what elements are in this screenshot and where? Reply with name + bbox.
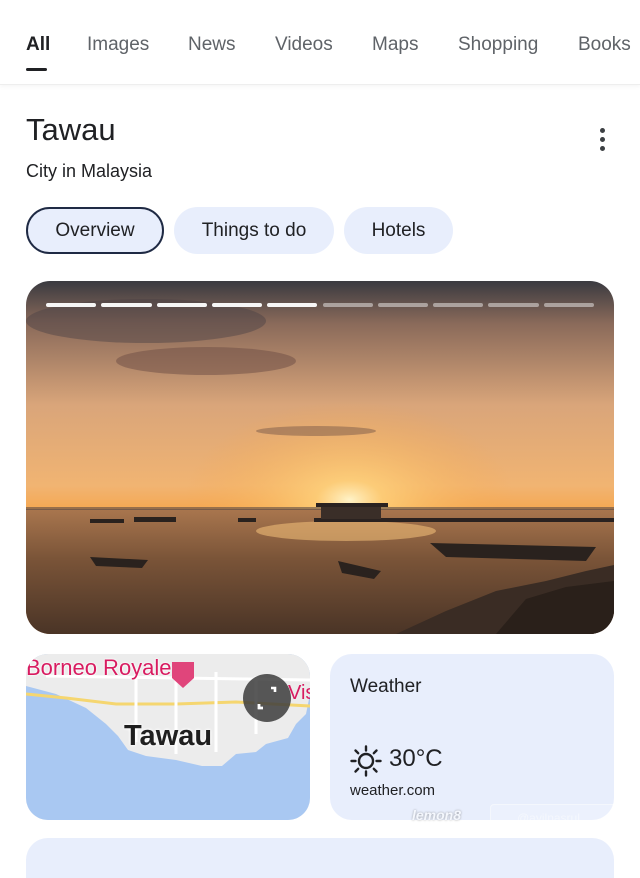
hero-photo[interactable]: [26, 281, 614, 634]
weather-card[interactable]: Weather 30°C weather.com: [330, 654, 614, 820]
entity-subtitle: City in Malaysia: [26, 161, 153, 181]
sun-icon: [350, 745, 382, 777]
tab-all[interactable]: All: [26, 34, 50, 56]
tab-maps[interactable]: Maps: [372, 34, 418, 56]
map-poi-partial-label: Vis: [288, 682, 310, 704]
sunset-pier-image: [26, 281, 614, 634]
tab-news[interactable]: News: [188, 34, 236, 56]
chip-things-to-do[interactable]: Things to do: [174, 207, 334, 254]
slide-indicator-segment: [433, 303, 484, 307]
slide-indicator-segment: [211, 303, 263, 307]
slide-indicator-segment: [156, 303, 207, 307]
entity-title: Tawau: [26, 112, 116, 147]
map-poi-label: Borneo Royale: [26, 655, 172, 680]
slide-indicator-segment: [322, 303, 373, 307]
expand-icon: [257, 686, 277, 710]
expand-map-button[interactable]: [243, 674, 291, 722]
weather-source: weather.com: [350, 782, 436, 799]
watermark-user-box: @ayilnasrul: [490, 804, 620, 834]
map-card[interactable]: Borneo Royale Vis Tawau: [26, 654, 310, 820]
watermark: lemon8 @ayilnasrul: [404, 802, 622, 834]
watermark-logo: lemon8: [412, 807, 462, 823]
slide-indicator-segment: [377, 303, 429, 307]
map-city-label: Tawau: [124, 720, 213, 752]
next-card-peek: [26, 838, 614, 878]
tab-images[interactable]: Images: [87, 34, 149, 56]
watermark-user: @ayilnasrul: [517, 811, 580, 825]
search-tabs: All Images News Videos Maps Shopping Boo…: [0, 0, 640, 85]
slide-indicator-segment: [46, 303, 97, 307]
weather-title: Weather: [350, 676, 422, 697]
chip-hotels[interactable]: Hotels: [344, 207, 453, 254]
tab-videos[interactable]: Videos: [275, 34, 333, 56]
chip-overview[interactable]: Overview: [26, 207, 164, 254]
slide-indicator-segment: [543, 303, 594, 307]
more-options-icon[interactable]: [592, 124, 612, 156]
slide-indicator-segment: [101, 303, 152, 307]
tab-shopping[interactable]: Shopping: [458, 34, 538, 56]
slide-indicator-segment: [267, 303, 318, 307]
tab-books[interactable]: Books: [578, 34, 631, 56]
weather-temperature: 30°C: [389, 745, 443, 772]
active-tab-indicator: [26, 68, 47, 71]
slide-indicator-segment: [488, 303, 539, 307]
